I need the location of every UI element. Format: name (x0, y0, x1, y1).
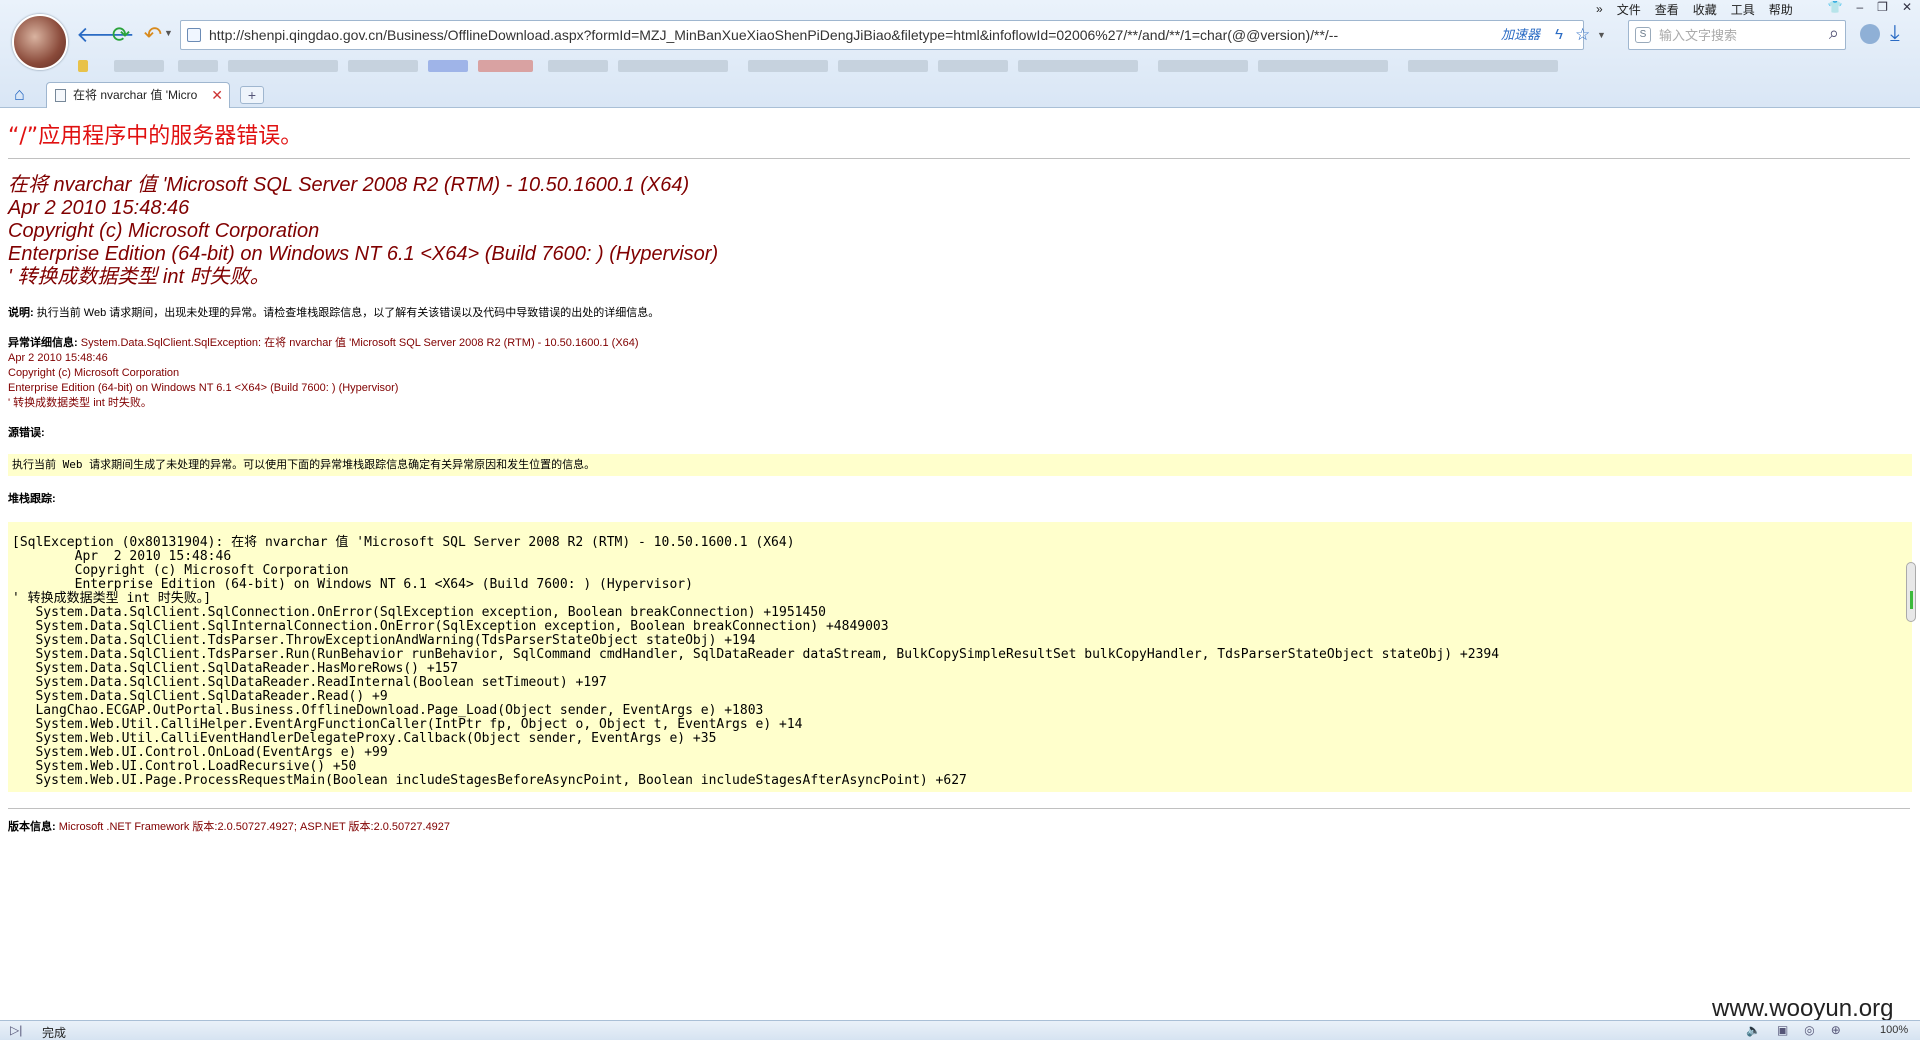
exception-line: Enterprise Edition (64-bit) on Windows N… (8, 382, 399, 394)
stack-trace-label: 堆栈跟踪: (8, 493, 56, 505)
scroll-indicator (1910, 591, 1913, 609)
chevron-down-icon[interactable]: ▼ (1597, 21, 1606, 49)
bookmark-item[interactable] (1258, 60, 1388, 72)
bookmark-item[interactable] (178, 60, 218, 72)
error-description: 说明: 执行当前 Web 请求期间，出现未处理的异常。请检查堆栈跟踪信息，以了解… (8, 306, 659, 321)
browser-chrome: 🡐 ⟳ ↶ ▼ http://shenpi.qingdao.gov.cn/Bus… (0, 0, 1920, 108)
exception-line: System.Data.SqlClient.SqlException: 在将 n… (80, 337, 639, 349)
close-icon[interactable]: ✕ (211, 83, 223, 107)
bookmark-item[interactable] (938, 60, 1008, 72)
status-bar: ▷| 完成 🔈 ▣ ◎ ⊕ 100% (0, 1020, 1920, 1040)
menu-item-favorites[interactable]: 收藏 (1693, 1, 1717, 18)
exception-line: ' 转换成数据类型 int 时失败。 (8, 397, 152, 409)
undo-close-tab-button[interactable]: ↶ (140, 22, 166, 48)
skin-icon[interactable]: 👕 (1828, 0, 1843, 18)
bookmark-item[interactable] (1018, 60, 1138, 72)
description-text: 执行当前 Web 请求期间，出现未处理的异常。请检查堆栈跟踪信息，以了解有关该错… (36, 307, 660, 319)
version-text: Microsoft .NET Framework 版本:2.0.50727.49… (58, 821, 451, 833)
menu-item-tools[interactable]: 工具 (1731, 1, 1755, 18)
tab-title[interactable]: 在将 nvarchar 值 'Micro (73, 83, 211, 107)
zoom-level[interactable]: 100% (1880, 1024, 1908, 1036)
menu-item-view[interactable]: 查看 (1655, 1, 1679, 18)
back-button[interactable]: 🡐 (76, 22, 135, 48)
version-info: 版本信息: Microsoft .NET Framework 版本:2.0.50… (8, 820, 450, 835)
lightning-icon[interactable]: ϟ (1555, 21, 1563, 49)
bookmark-item[interactable] (114, 60, 164, 72)
divider (8, 158, 1910, 159)
scrollbar-thumb[interactable] (1906, 562, 1916, 622)
security-icon[interactable]: ◎ (1804, 1023, 1814, 1037)
download-icon[interactable]: ⤓ (1890, 20, 1900, 46)
stack-trace-text: [SqlException (0x80131904): 在将 nvarchar … (12, 535, 1500, 788)
status-text: 完成 (42, 1026, 67, 1040)
bookmark-item[interactable] (1158, 60, 1248, 72)
address-bar[interactable]: http://shenpi.qingdao.gov.cn/Business/Of… (180, 20, 1606, 50)
menu-bar: » 文件 查看 收藏 工具 帮助 (1596, 0, 1793, 18)
bookmark-item[interactable] (228, 60, 338, 72)
page-icon (187, 28, 201, 42)
bookmark-item[interactable] (78, 60, 88, 72)
version-label: 版本信息: (8, 821, 56, 833)
bookmark-item[interactable] (748, 60, 828, 72)
refresh-button[interactable]: ⟳ (108, 22, 134, 48)
error-title-line: 在将 nvarchar 值 'Microsoft SQL Server 2008… (8, 174, 690, 196)
source-error-box: 执行当前 Web 请求期间生成了未处理的异常。可以使用下面的异常堆栈跟踪信息确定… (8, 454, 1912, 476)
search-engine-icon[interactable]: S (1635, 27, 1651, 43)
close-icon[interactable]: ✕ (1902, 0, 1912, 18)
bookmark-item[interactable] (478, 60, 533, 72)
page-title: “/”应用程序中的服务器错误。 (8, 124, 303, 149)
error-title-line: ' 转换成数据类型 int 时失败。 (8, 266, 270, 288)
restore-icon[interactable]: ❐ (1877, 0, 1888, 18)
bookmark-item[interactable] (348, 60, 418, 72)
screenshot-icon[interactable]: ▣ (1777, 1023, 1788, 1037)
user-avatar[interactable] (12, 14, 68, 70)
tab-bar: ⌂ 在将 nvarchar 值 'Micro ✕ + (0, 82, 1920, 108)
chevron-down-icon[interactable]: ▼ (164, 28, 173, 38)
description-label: 说明: (8, 307, 34, 319)
source-error-label: 源错误: (8, 427, 45, 439)
source-error-section: 源错误: (8, 426, 45, 441)
stack-trace-box: [SqlException (0x80131904): 在将 nvarchar … (8, 522, 1912, 792)
search-box[interactable]: S ⌕ (1628, 20, 1846, 50)
menu-chevron-icon[interactable]: » (1596, 2, 1603, 16)
divider (8, 808, 1910, 809)
bookmark-item[interactable] (428, 60, 468, 72)
exception-line: Copyright (c) Microsoft Corporation (8, 367, 180, 379)
error-title-line: Copyright (c) Microsoft Corporation (8, 220, 320, 242)
bookmark-item[interactable] (618, 60, 728, 72)
search-input[interactable] (1659, 21, 1809, 49)
bookmark-item[interactable] (548, 60, 608, 72)
home-icon[interactable]: ⌂ (14, 84, 25, 105)
minimize-icon[interactable]: – (1856, 0, 1863, 18)
volume-icon[interactable]: 🔈 (1746, 1023, 1761, 1037)
stack-trace-section: 堆栈跟踪: (8, 492, 56, 507)
error-title-line: Apr 2 2010 15:48:46 (8, 197, 190, 219)
extension-icon[interactable] (1860, 24, 1880, 44)
exception-line: Apr 2 2010 15:48:46 (8, 352, 108, 364)
error-title: 在将 nvarchar 值 'Microsoft SQL Server 2008… (8, 174, 718, 289)
tab-active[interactable]: 在将 nvarchar 值 'Micro ✕ (46, 82, 230, 108)
status-tools: 🔈 ▣ ◎ ⊕ (1746, 1023, 1841, 1037)
play-icon[interactable]: ▷| (10, 1023, 22, 1037)
exception-details: 异常详细信息: System.Data.SqlClient.SqlExcepti… (8, 336, 639, 411)
url-text[interactable]: http://shenpi.qingdao.gov.cn/Business/Of… (209, 21, 1509, 49)
error-title-line: Enterprise Edition (64-bit) on Windows N… (8, 243, 719, 265)
bookmark-item[interactable] (1408, 60, 1558, 72)
search-icon[interactable]: ⌕ (1829, 23, 1839, 44)
bookmarks-bar (78, 56, 1698, 74)
star-icon[interactable]: ☆ (1575, 21, 1590, 49)
exception-label: 异常详细信息: (8, 337, 78, 349)
zoom-icon[interactable]: ⊕ (1831, 1023, 1841, 1037)
watermark: www.wooyun.org (1712, 995, 1894, 1022)
menu-item-help[interactable]: 帮助 (1769, 1, 1793, 18)
accelerator-button[interactable]: 加速器 (1501, 21, 1540, 49)
menu-item-file[interactable]: 文件 (1617, 1, 1641, 18)
page-icon (55, 89, 66, 102)
window-controls: 👕 – ❐ ✕ (1828, 0, 1912, 18)
bookmark-item[interactable] (838, 60, 928, 72)
page-content: “/”应用程序中的服务器错误。 在将 nvarchar 值 'Microsoft… (0, 108, 1920, 1020)
new-tab-button[interactable]: + (240, 86, 264, 104)
